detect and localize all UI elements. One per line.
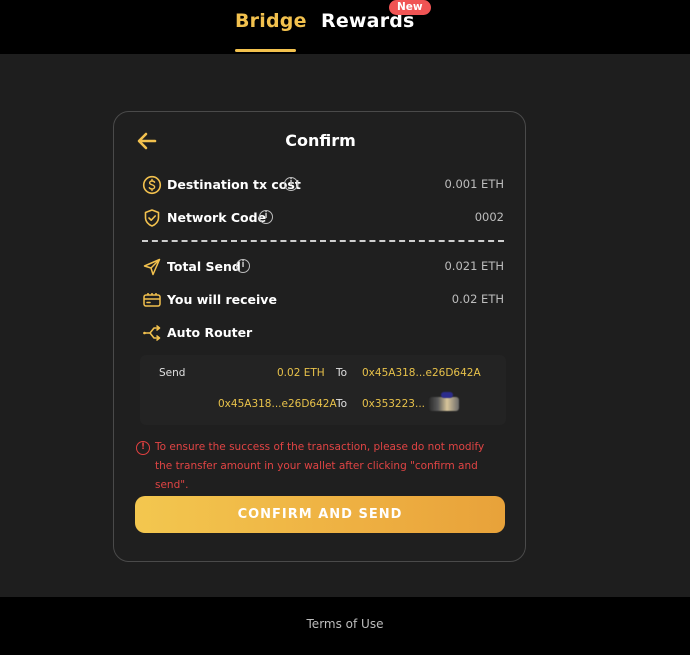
route-send-amount: 0.02 ETH (277, 367, 325, 379)
wallet-card-icon (142, 290, 162, 310)
divider (142, 240, 504, 242)
warning-message: To ensure the success of the transaction… (155, 441, 485, 491)
new-badge: New (389, 0, 431, 15)
tab-bridge[interactable]: Bridge (235, 10, 307, 32)
info-icon[interactable]: i (236, 259, 250, 273)
you-will-receive-row: You will receive 0.02 ETH (142, 289, 504, 311)
route-to-label: To (336, 367, 348, 379)
route-to-address-2: 0x353223... (362, 398, 425, 410)
destination-tx-cost-row: Destination tx cost i 0.001 ETH (142, 174, 504, 196)
redacted-address-fragment (429, 397, 459, 411)
total-send-value: 0.021 ETH (444, 259, 504, 273)
confirm-and-send-button[interactable]: CONFIRM AND SEND (135, 496, 505, 533)
destination-tx-cost-label: Destination tx cost (167, 177, 301, 192)
send-plane-icon (142, 257, 162, 277)
route-to-address: 0x45A318...e26D642A (362, 367, 481, 379)
route-send-label: Send (159, 367, 186, 379)
active-tab-indicator (235, 49, 296, 52)
route-split-icon (142, 323, 162, 343)
destination-tx-cost-value: 0.001 ETH (444, 177, 504, 191)
network-code-row: Network Code i 0002 (142, 207, 504, 229)
warning-icon: ! (136, 441, 150, 455)
info-icon[interactable]: i (259, 210, 273, 224)
auto-router-label: Auto Router (167, 325, 253, 340)
route-details: Send 0.02 ETH To 0x45A318...e26D642A 0x4… (140, 355, 506, 425)
dollar-coin-icon (142, 175, 162, 195)
footer: Terms of Use (0, 597, 690, 655)
shield-check-icon (142, 208, 162, 228)
network-code-value: 0002 (474, 210, 504, 224)
route-to-label: To (336, 398, 348, 410)
redacted-address-fragment (441, 392, 453, 398)
info-icon[interactable]: i (284, 177, 298, 191)
network-code-label: Network Code (167, 210, 267, 225)
total-send-label: Total Send (167, 259, 241, 274)
auto-router-row: Auto Router (142, 322, 504, 344)
total-send-row: Total Send i 0.021 ETH (142, 256, 504, 278)
terms-of-use-link[interactable]: Terms of Use (0, 617, 690, 631)
confirm-dialog: Confirm Destination tx cost i 0.001 ETH … (113, 111, 526, 562)
top-navigation: Bridge Rewards New (0, 0, 690, 54)
dialog-title: Confirm (285, 131, 356, 150)
you-will-receive-value: 0.02 ETH (451, 292, 504, 306)
you-will-receive-label: You will receive (167, 292, 277, 307)
route-from-address: 0x45A318...e26D642A (218, 398, 337, 410)
